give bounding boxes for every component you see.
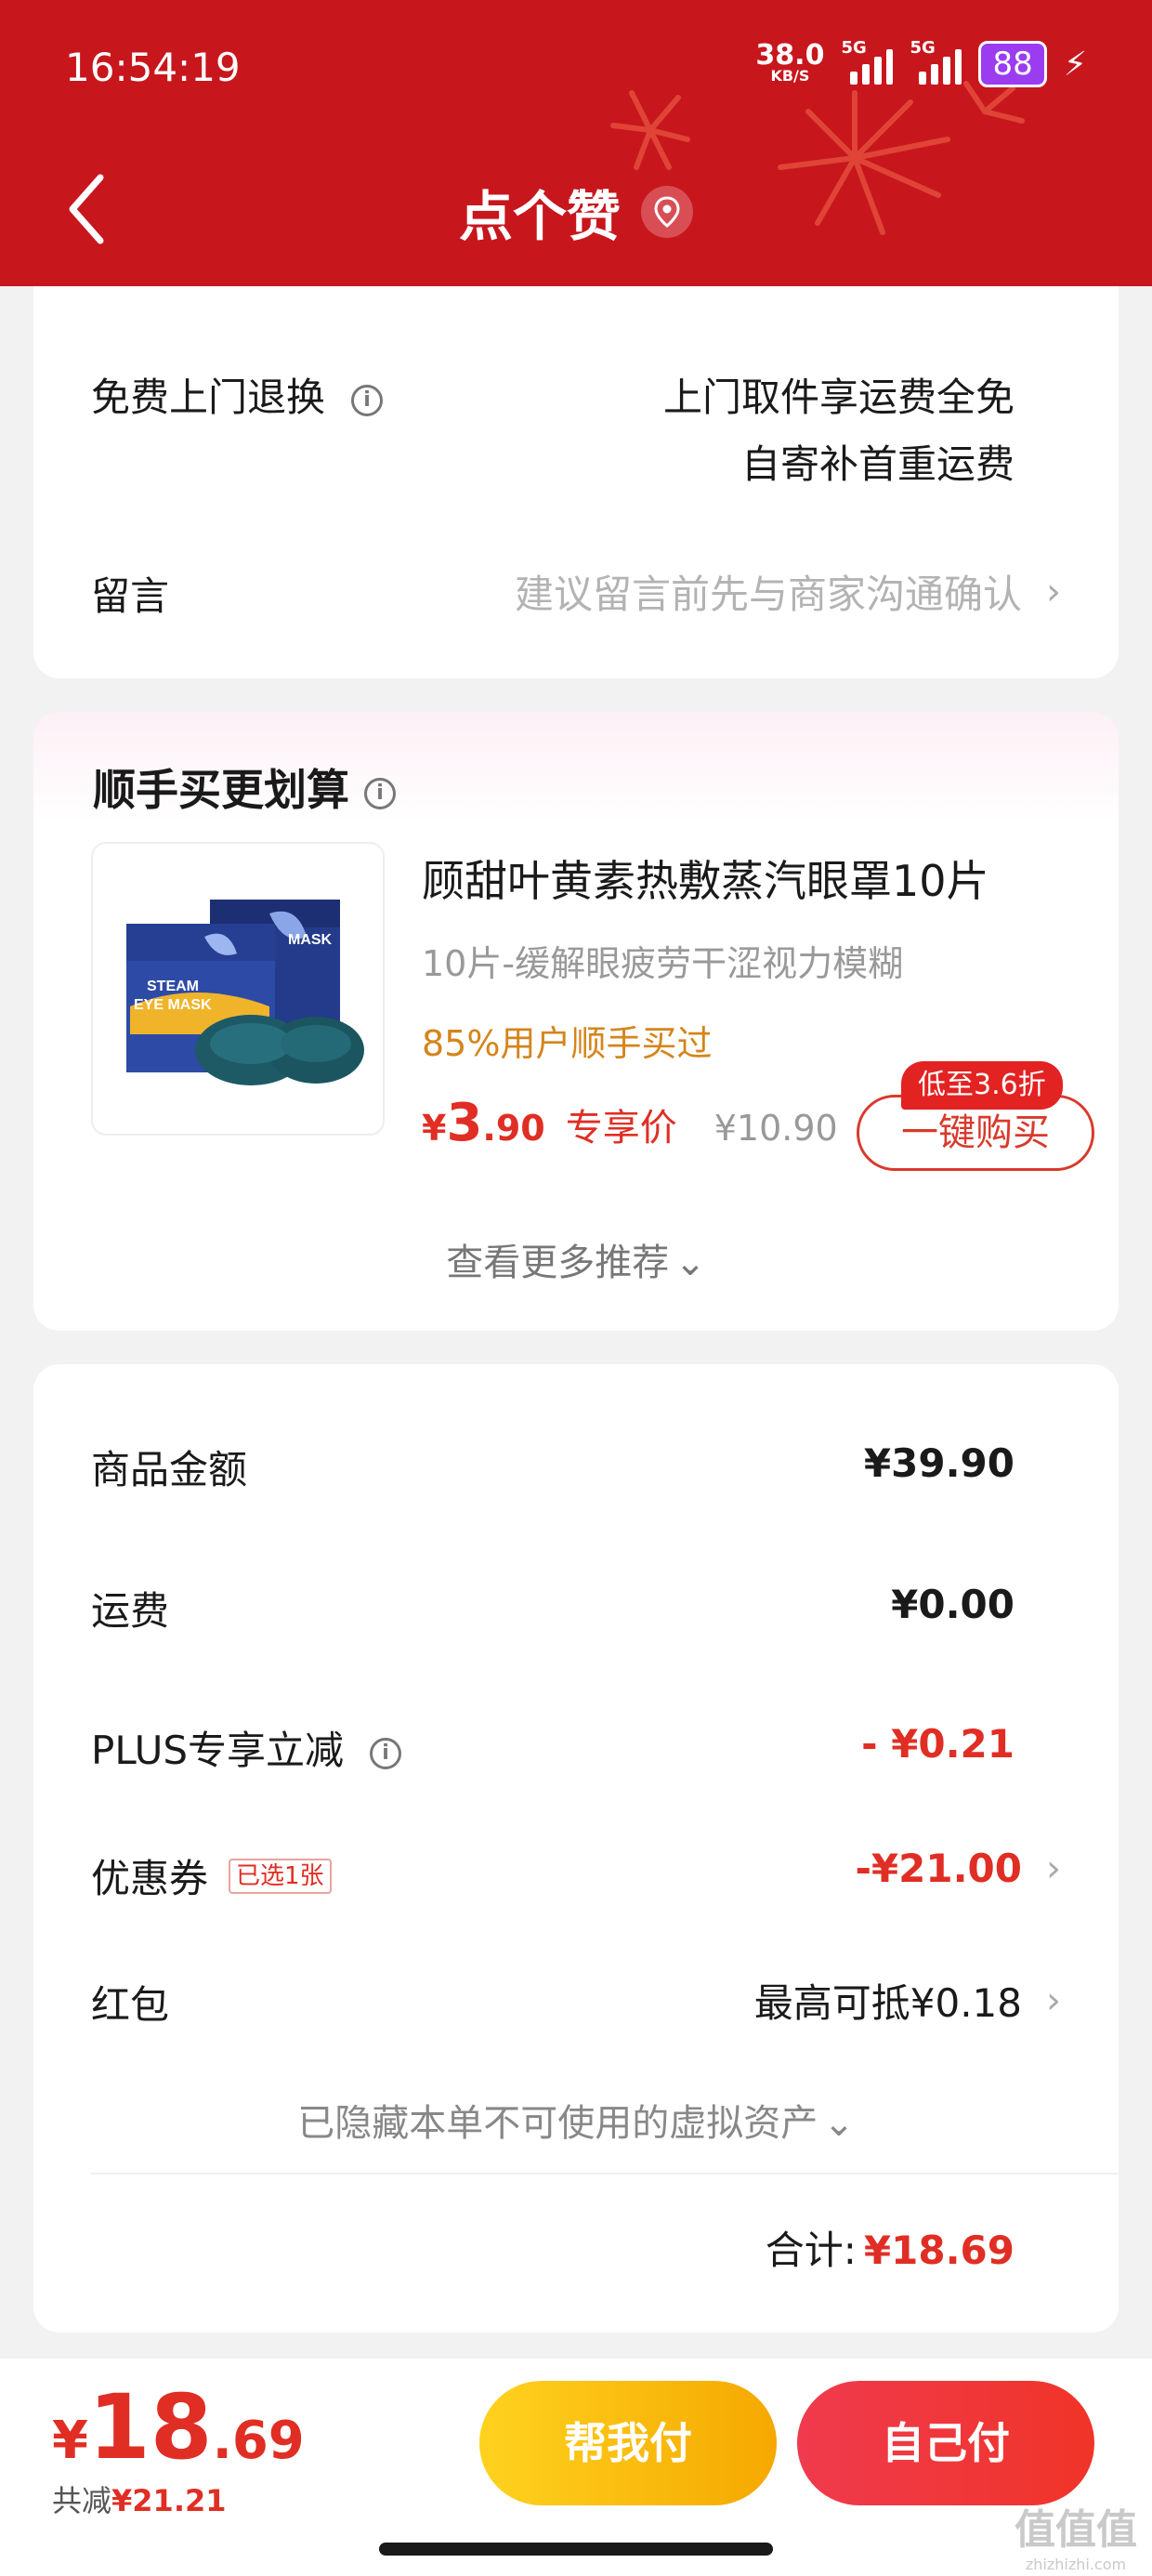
charging-icon: ⚡ [1063,45,1087,84]
free-return-row: 免费上门退换 i [91,366,384,423]
red-packet-value: 最高可抵¥0.18 [753,1980,1022,2026]
goods-amount-value: ¥39.90 [863,1440,1015,1486]
chevron-right-icon: › [1046,570,1061,613]
message-label: 留言 [91,573,170,619]
coupon-row[interactable]: 优惠券 已选1张 [91,1847,332,1904]
network-speed: 38.0 KB/S [755,42,824,85]
red-packet-label: 红包 [91,1982,170,2028]
bottom-price-decimal: .69 [212,2411,305,2471]
price-decimal: .90 [482,1108,545,1149]
chevron-down-icon: ⌄ [674,1242,706,1284]
saved-value: ¥21.21 [111,2483,227,2518]
total-value: ¥18.69 [863,2228,1015,2273]
shipping-label: 运费 [91,1588,170,1634]
product-image[interactable]: STEAM EYE MASK MASK [91,842,385,1136]
recommend-card: 顺手买更划算 i STEAM EYE MASK MASK 顾甜叶黄素热敷蒸汽眼罩1… [33,712,1119,1331]
shipping-value: ¥0.00 [891,1582,1015,1627]
info-icon[interactable]: i [351,384,384,416]
hidden-assets-label: 已隐藏本单不可使用的虚拟资产 [297,2102,818,2145]
return-detail-line1: 上门取件享运费全免 [662,375,1015,420]
signal-label: 5G [841,38,867,58]
battery-icon: 88 [978,41,1047,87]
plus-discount-row: PLUS专享立减 i [91,1719,402,1776]
bottom-price: ¥ 18 .69 [52,2375,305,2479]
signal-icon-2: 5G [910,38,962,85]
price-label: 专享价 [565,1107,677,1150]
svg-text:MASK: MASK [288,932,333,948]
saved-label: 共减 [52,2483,112,2518]
self-pay-button[interactable]: 自己付 [797,2381,1094,2505]
coupon-value: -¥21.00 [855,1846,1022,1891]
page-title: 点个赞 [458,185,621,248]
chevron-right-icon: › [1046,1978,1061,2022]
saved-amount: 共减¥21.21 [52,2477,227,2520]
info-icon[interactable]: i [370,1737,402,1769]
free-return-label: 免费上门退换 [91,375,326,420]
watermark: 值值值 zhizhizhi.com [1015,2496,1137,2573]
total-label: 合计: [765,2228,857,2273]
signal-icon: 5G [841,38,894,85]
home-indicator[interactable] [379,2543,773,2556]
service-card: 免费上门退换 i 上门取件享运费全免 自寄补首重运费 留言 建议留言前先与商家沟通… [33,286,1119,678]
coupon-badge: 已选1张 [229,1858,332,1894]
plus-discount-label: PLUS专享立减 [91,1728,345,1773]
svg-text:STEAM: STEAM [147,979,199,994]
plus-discount-value: - ¥0.21 [861,1721,1015,1767]
bottom-price-integer: 18 [87,2375,213,2479]
info-icon[interactable]: i [364,777,396,809]
summary-card: 商品金额 ¥39.90 运费 ¥0.00 PLUS专享立减 i - ¥0.21 优… [33,1364,1119,2333]
chevron-down-icon: ⌄ [823,2102,855,2145]
red-packet-value-row[interactable]: 最高可抵¥0.18 › [754,1972,1061,2029]
message-row[interactable]: 建议留言前先与商家沟通确认 › [515,563,1061,620]
price-integer: 3 [446,1093,483,1153]
see-more-recommend[interactable]: 查看更多推荐 ⌄ [33,1232,1119,1286]
status-time: 16:54:19 [65,45,241,90]
price-row: ¥ 3 .90 专享价 ¥10.90 [422,1093,838,1153]
bottom-price-currency: ¥ [52,2411,88,2471]
app-header: 16:54:19 38.0 KB/S 5G 5G 88 ⚡ 点个赞 [0,0,1152,286]
original-price: ¥10.90 [713,1108,838,1149]
help-me-pay-button[interactable]: 帮我付 [479,2381,777,2505]
watermark-sub: zhizhizhi.com [1025,2556,1127,2573]
total-row: 合计: ¥18.69 [766,2219,1015,2276]
hidden-assets-note[interactable]: 已隐藏本单不可使用的虚拟资产 ⌄ [33,2093,1119,2147]
eye-mask-image: STEAM EYE MASK MASK [126,900,364,1085]
goods-amount-label: 商品金额 [91,1447,248,1492]
product-desc: 10片-缓解眼疲劳干涩视力模糊 [422,943,904,984]
coupon-value-row[interactable]: -¥21.00 › [855,1846,1061,1891]
return-detail-line2: 自寄补首重运费 [740,441,1015,487]
svg-text:EYE MASK: EYE MASK [134,997,212,1013]
product-name[interactable]: 顾甜叶黄素热敷蒸汽眼罩10片 [422,848,989,909]
discount-badge: 低至3.6折 [901,1061,1063,1110]
header-title-group: 点个赞 [0,173,1152,251]
location-icon[interactable] [641,186,693,238]
recommend-title: 顺手买更划算 [93,765,349,815]
message-input[interactable]: 建议留言前先与商家沟通确认 [515,563,1022,620]
signal2-label: 5G [910,38,936,58]
divider [91,2173,1119,2175]
watermark-main: 值值值 [1015,2506,1137,2554]
recommend-title-row: 顺手买更划算 i [93,756,396,818]
coupon-label: 优惠券 [91,1856,209,1901]
price-currency: ¥ [422,1108,447,1149]
buy-rate: 85%用户顺手买过 [422,1023,713,1064]
see-more-label: 查看更多推荐 [446,1242,670,1284]
chevron-right-icon: › [1046,1847,1061,1890]
status-indicators: 38.0 KB/S 5G 5G 88 ⚡ [755,38,1087,87]
